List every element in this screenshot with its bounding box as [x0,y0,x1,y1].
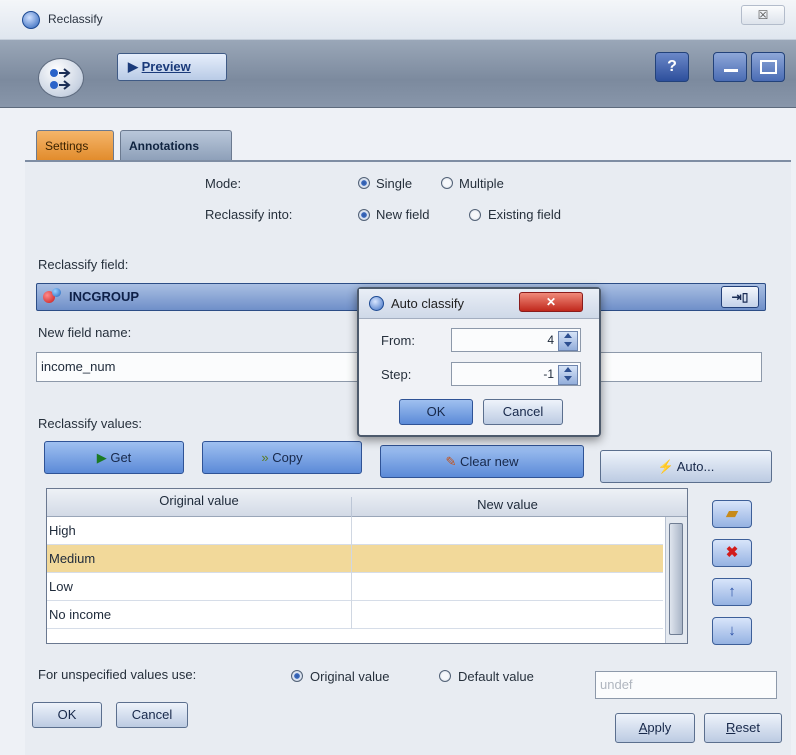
get-label: Get [110,450,132,465]
delete-x-icon: ✖ [725,544,739,561]
close-icon: ✕ [545,295,557,309]
original-value-cell: Low [49,579,73,594]
reclassify-values-label: Reclassify values: [38,416,143,431]
mode-label: Mode: [205,176,242,191]
apply-button[interactable]: Apply [615,713,695,743]
values-table[interactable]: Original value New value High Medium Low… [46,488,688,644]
default-value-radio[interactable] [439,670,451,682]
insert-row-button[interactable]: ▰ [712,500,752,528]
original-value-option-label: Original value [310,669,390,684]
tab-annotations[interactable]: Annotations [120,130,232,160]
mode-multiple-label: Multiple [459,176,504,191]
copy-label: Copy [272,450,303,465]
default-value-input[interactable]: undef [595,671,777,699]
original-value-cell: No income [49,607,112,622]
dialog-ok-button[interactable]: OK [399,399,473,425]
step-spinner[interactable]: -1 [451,362,581,386]
minimize-button[interactable] [713,52,747,82]
original-value-radio[interactable] [291,670,303,682]
table-row[interactable]: High [47,517,663,545]
copy-button[interactable]: » Copy [202,441,362,474]
dialog-title: Auto classify [391,296,464,311]
arrow-down-icon: ↓ [728,622,736,639]
column-header-new[interactable]: New value [351,497,663,517]
reset-button[interactable]: Reset [704,713,782,743]
clear-new-label: Clear new [460,454,519,469]
minimize-icon [724,69,738,72]
reclassify-into-label: Reclassify into: [205,207,293,222]
table-row[interactable]: Low [47,573,663,601]
reclassify-field-value: INCGROUP [69,289,140,304]
spinner-arrows-icon[interactable] [558,365,578,385]
new-field-name-label: New field name: [38,325,132,340]
unspecified-label: For unspecified values use: [38,667,197,682]
table-header: Original value New value [47,489,687,517]
scrollbar-thumb[interactable] [669,523,683,635]
new-field-radio[interactable] [358,209,370,221]
table-row[interactable]: No income [47,601,663,629]
maximize-button[interactable] [751,52,785,82]
ok-button[interactable]: OK [32,702,102,728]
field-type-icon-secondary [52,288,61,297]
reclassify-node-icon [38,58,84,98]
table-scrollbar[interactable] [665,517,687,643]
auto-classify-dialog: Auto classify ✕ From: 4 Step: -1 OK Canc… [357,287,601,437]
existing-field-radio[interactable] [469,209,481,221]
field-picker-button[interactable]: ⇥▯ [721,286,759,308]
reclassify-field-label: Reclassify field: [38,257,129,272]
mode-multiple-radio[interactable] [441,177,453,189]
table-row-selected[interactable]: Medium [47,545,663,573]
dialog-app-icon [369,296,384,311]
wand-icon: ⚡ [657,459,674,474]
step-value: -1 [543,367,554,381]
original-value-cell: Medium [49,551,96,566]
auto-label: Auto... [676,459,715,474]
new-field-option-label: New field [376,207,430,222]
auto-button[interactable]: ⚡ Auto... [600,450,772,483]
eraser-icon: ✎ [445,454,457,469]
reclassify-glyph-icon [50,68,71,90]
mode-single-label: Single [376,176,413,191]
play-icon: ▶ [128,59,138,74]
default-value-option-label: Default value [458,669,534,684]
dialog-cancel-button[interactable]: Cancel [483,399,563,425]
preview-label: Preview [141,59,191,74]
title-bar: Reclassify ☒ [0,0,796,40]
maximize-icon [760,60,777,74]
from-spinner[interactable]: 4 [451,328,581,352]
from-label: From: [381,333,415,348]
move-down-button[interactable]: ↓ [712,617,752,645]
step-label: Step: [381,367,412,382]
window-close-button[interactable]: ☒ [741,5,785,25]
dialog-title-bar: Auto classify ✕ [359,289,599,319]
arrow-up-icon: ↑ [728,583,736,600]
dialog-close-button[interactable]: ✕ [519,292,583,312]
tab-settings[interactable]: Settings [36,130,114,160]
clear-new-button[interactable]: ✎ Clear new [380,445,584,478]
preview-button[interactable]: ▶ Preview [117,53,227,81]
move-up-button[interactable]: ↑ [712,578,752,606]
original-value-cell: High [49,523,76,538]
insert-icon: ▰ [726,505,738,522]
from-value: 4 [547,333,554,347]
cancel-button[interactable]: Cancel [116,702,188,728]
get-button[interactable]: ▶ Get [44,441,184,474]
existing-field-option-label: Existing field [488,207,561,222]
mode-single-radio[interactable] [358,177,370,189]
field-picker-icon: ⇥▯ [731,290,749,304]
spinner-arrows-icon[interactable] [558,331,578,351]
help-button[interactable]: ? [655,52,689,82]
column-header-original[interactable]: Original value [47,493,351,508]
delete-row-button[interactable]: ✖ [712,539,752,567]
play-icon: ▶ [96,450,107,465]
app-icon [22,11,40,29]
double-arrow-icon: » [261,450,269,465]
window-title: Reclassify [48,12,103,26]
